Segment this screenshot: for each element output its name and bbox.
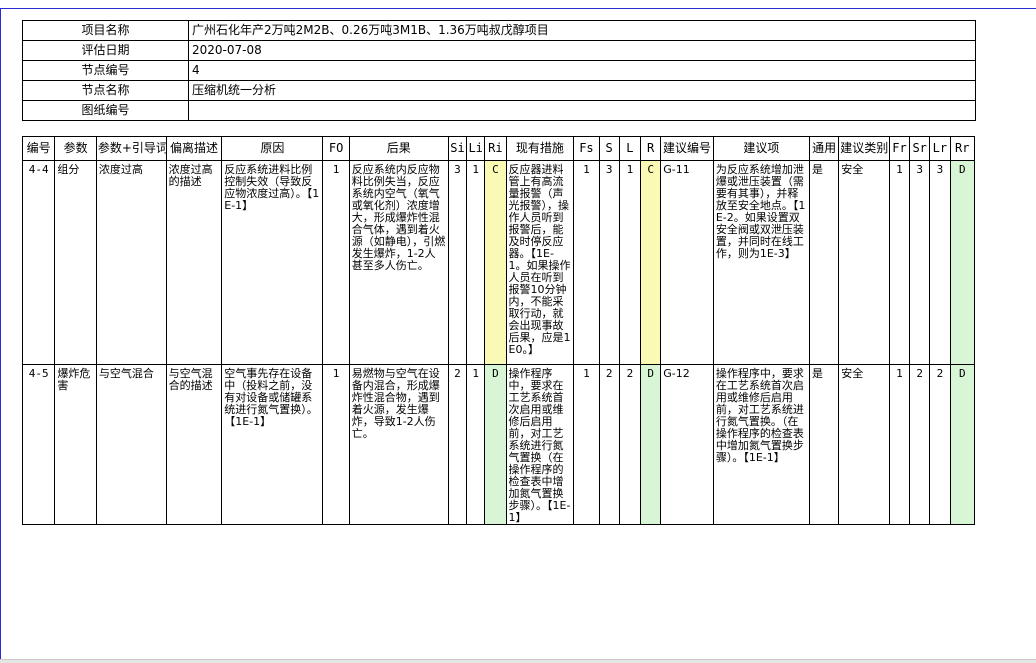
- row-fr[interactable]: 1: [888, 364, 911, 525]
- row-param[interactable]: 组分: [54, 160, 97, 365]
- row-fs[interactable]: 1: [573, 160, 600, 365]
- row-fs[interactable]: 1: [573, 364, 600, 525]
- row-general[interactable]: 是: [808, 364, 840, 525]
- table-row: 4-5 爆炸危害 与空气混合 与空气混合的描述 空气事先存在设备中（投料之前，没…: [21, 364, 975, 525]
- row-guideword[interactable]: 浓度过高: [95, 160, 167, 365]
- row-ri[interactable]: D: [484, 364, 507, 525]
- info-row-date: 评估日期 2020-07-08: [22, 40, 976, 61]
- info-label: 节点编号: [22, 60, 189, 81]
- row-r[interactable]: D: [640, 364, 662, 525]
- hazop-worksheet-table: 编号 参数 参数+引导词 偏离描述 原因 FO 后果 Si Li Ri 现有措施…: [21, 136, 975, 525]
- row-sr[interactable]: 2: [909, 364, 931, 525]
- window-top-border: [0, 8, 1036, 9]
- info-row-drawing-id: 图纸编号: [22, 100, 976, 121]
- info-label: 项目名称: [22, 20, 189, 41]
- info-value[interactable]: 压缩机统一分析: [188, 80, 976, 101]
- header-cell: L: [618, 136, 642, 161]
- header-cell: Ri: [484, 136, 507, 161]
- table-row: 4-4 组分 浓度过高 浓度过高的描述 反应系统进料比例控制失效（导致反应物浓度…: [21, 160, 975, 365]
- header-cell: S: [598, 136, 620, 161]
- info-row-node-id: 节点编号 4: [22, 60, 976, 81]
- row-category[interactable]: 安全: [838, 364, 890, 525]
- row-id[interactable]: 4-4: [21, 160, 56, 365]
- row-rec-id[interactable]: G-11: [660, 160, 714, 365]
- project-info-table: 项目名称 广州石化年产2万吨2M2B、0.26万吨3M1B、1.36万吨叔戊醇项…: [22, 20, 976, 121]
- row-rr[interactable]: D: [949, 364, 975, 525]
- row-r[interactable]: C: [640, 160, 662, 365]
- row-id[interactable]: 4-5: [21, 364, 56, 525]
- header-cell: Fs: [573, 136, 600, 161]
- header-cell: 后果: [348, 136, 449, 161]
- row-consequence[interactable]: 易燃物与空气在设备内混合，形成爆炸性混合物，遇到着火源，发生爆炸，导致1-2人伤…: [348, 364, 449, 525]
- row-ri[interactable]: C: [484, 160, 507, 365]
- row-category[interactable]: 安全: [838, 160, 890, 365]
- table-header-row: 编号 参数 参数+引导词 偏离描述 原因 FO 后果 Si Li Ri 现有措施…: [21, 136, 975, 161]
- row-lr[interactable]: 2: [929, 364, 951, 525]
- row-guideword[interactable]: 与空气混合: [95, 364, 167, 525]
- header-cell: 通用: [808, 136, 840, 161]
- row-param[interactable]: 爆炸危害: [54, 364, 97, 525]
- row-rr[interactable]: D: [949, 160, 975, 365]
- row-s[interactable]: 2: [598, 364, 620, 525]
- header-cell: 编号: [21, 136, 56, 161]
- row-safeguard[interactable]: 反应器进料管上有高流量报警（声光报警），操作人员听到报警后，能及时停反应器。【1…: [505, 160, 575, 365]
- header-cell: 偏离描述: [165, 136, 223, 161]
- info-row-node-name: 节点名称 压缩机统一分析: [22, 80, 976, 101]
- header-cell: Li: [466, 136, 486, 161]
- header-cell: R: [640, 136, 662, 161]
- header-cell: Sr: [909, 136, 931, 161]
- row-sr[interactable]: 3: [909, 160, 931, 365]
- row-si[interactable]: 3: [447, 160, 468, 365]
- row-l[interactable]: 1: [618, 160, 642, 365]
- header-cell: 现有措施: [505, 136, 575, 161]
- info-value[interactable]: [188, 100, 976, 121]
- row-recommendation[interactable]: 操作程序中，要求在工艺系统首次启用或维修后启用前，对工艺系统进行氮气置换。（在操…: [712, 364, 810, 525]
- header-cell: 建议类别: [838, 136, 890, 161]
- window-left-border: [0, 8, 1, 662]
- row-cause[interactable]: 反应系统进料比例控制失效（导致反应物浓度过高）。【1E-1】: [221, 160, 324, 365]
- row-cause[interactable]: 空气事先存在设备中（投料之前，没有对设备或储罐系统进行氮气置换）。【1E-1】: [221, 364, 324, 525]
- info-label: 节点名称: [22, 80, 189, 101]
- row-li[interactable]: 1: [466, 364, 486, 525]
- row-rec-id[interactable]: G-12: [660, 364, 714, 525]
- header-cell: Lr: [929, 136, 951, 161]
- horizontal-scrollbar[interactable]: [0, 659, 1036, 663]
- info-label: 图纸编号: [22, 100, 189, 121]
- row-l[interactable]: 2: [618, 364, 642, 525]
- row-fr[interactable]: 1: [888, 160, 911, 365]
- row-general[interactable]: 是: [808, 160, 840, 365]
- info-value[interactable]: 4: [188, 60, 976, 81]
- header-cell: 建议编号: [660, 136, 714, 161]
- header-cell: 建议项: [712, 136, 810, 161]
- row-lr[interactable]: 3: [929, 160, 951, 365]
- header-cell: Fr: [888, 136, 911, 161]
- header-cell: 参数+引导词: [95, 136, 167, 161]
- header-cell: 参数: [54, 136, 97, 161]
- header-cell: 原因: [221, 136, 324, 161]
- row-deviation[interactable]: 与空气混合的描述: [165, 364, 223, 525]
- info-label: 评估日期: [22, 40, 189, 61]
- row-fo[interactable]: 1: [322, 160, 350, 365]
- row-safeguard[interactable]: 操作程序中，要求在工艺系统首次启用或维修后启用前，对工艺系统进行氮气置换（在操作…: [505, 364, 575, 525]
- header-cell: FO: [322, 136, 350, 161]
- row-fo[interactable]: 1: [322, 364, 350, 525]
- header-cell: Si: [447, 136, 468, 161]
- row-consequence[interactable]: 反应系统内反应物料比例失当，反应系统内空气（氧气或氧化剂）浓度增大，形成爆炸性混…: [348, 160, 449, 365]
- info-row-project-name: 项目名称 广州石化年产2万吨2M2B、0.26万吨3M1B、1.36万吨叔戊醇项…: [22, 20, 976, 41]
- row-s[interactable]: 3: [598, 160, 620, 365]
- row-deviation[interactable]: 浓度过高的描述: [165, 160, 223, 365]
- row-recommendation[interactable]: 为反应系统增加泄爆或泄压装置（需要有其事），并释放至安全地点。【1E-2。如果设…: [712, 160, 810, 365]
- info-value[interactable]: 广州石化年产2万吨2M2B、0.26万吨3M1B、1.36万吨叔戊醇项目: [188, 20, 976, 41]
- info-value[interactable]: 2020-07-08: [188, 40, 976, 61]
- header-cell: Rr: [949, 136, 975, 161]
- row-li[interactable]: 1: [466, 160, 486, 365]
- row-si[interactable]: 2: [447, 364, 468, 525]
